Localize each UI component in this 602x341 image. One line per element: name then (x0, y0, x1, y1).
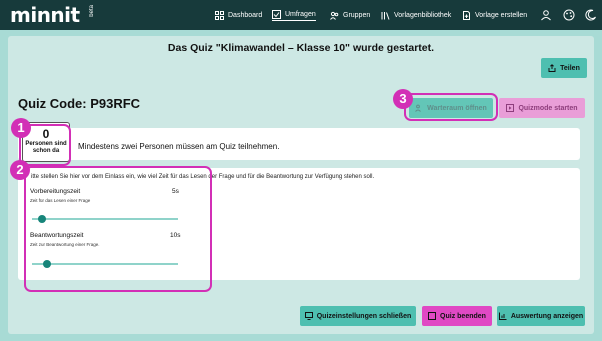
show-results-label: Auswertung anzeigen (510, 312, 584, 320)
share-button[interactable]: Teilen (541, 58, 587, 78)
nav-label: Vorlagenbibliothek (394, 11, 452, 19)
quiz-code: Quiz Code: P93RFC (18, 96, 141, 111)
close-quiz-settings-button[interactable]: Quizeinstellungen schließen (300, 306, 416, 326)
document-plus-icon (462, 10, 471, 20)
palette-icon[interactable] (563, 8, 575, 21)
end-quiz-button[interactable]: Quiz beenden (422, 306, 492, 326)
nav-dashboard[interactable]: Dashboard (215, 9, 262, 21)
survey-icon (272, 9, 281, 19)
minimum-participants-note: Mindestens zwei Personen müssen am Quiz … (78, 142, 280, 151)
library-icon (381, 11, 390, 20)
quiz-started-message: Das Quiz "Klimawandel – Klasse 10" wurde… (167, 42, 435, 54)
nav-vorlage-erstellen[interactable]: Vorlage erstellen (462, 9, 527, 21)
stop-icon (428, 312, 437, 320)
nav-vorlagenbibliothek[interactable]: Vorlagenbibliothek (381, 9, 451, 21)
nav-gruppen[interactable]: Gruppen (330, 9, 370, 21)
play-icon (506, 104, 515, 112)
app-logo[interactable]: minnit (10, 4, 80, 26)
annotation-badge-1: 1 (11, 118, 31, 138)
highlight-timing-settings (24, 166, 212, 292)
moon-icon[interactable] (585, 8, 597, 21)
beta-badge: beta (89, 5, 95, 17)
annotation-badge-3: 3 (393, 89, 413, 109)
nav-label: Gruppen (343, 11, 371, 19)
top-nav: minnit beta Dashboard Umfragen Gruppen V… (0, 0, 602, 30)
nav-label: Umfragen (285, 10, 316, 18)
share-label: Teilen (560, 64, 580, 72)
end-quiz-label: Quiz beenden (440, 312, 486, 320)
close-settings-label: Quizeinstellungen schließen (316, 312, 412, 320)
show-results-button[interactable]: Auswertung anzeigen (497, 306, 585, 326)
annotation-badge-2: 2 (10, 160, 30, 180)
chart-icon (498, 312, 507, 320)
grid-icon (215, 10, 224, 20)
start-quiz-mode-label: Quizmode starten (518, 104, 578, 112)
group-icon (330, 11, 339, 20)
settings-window-icon (304, 312, 313, 320)
nav-label: Dashboard (228, 11, 263, 19)
highlight-waiting-room-button (404, 93, 498, 121)
user-icon[interactable] (540, 8, 552, 21)
nav-label: Vorlage erstellen (475, 11, 528, 19)
share-icon (548, 64, 556, 72)
start-quiz-mode-button[interactable]: Quizmode starten (499, 98, 585, 118)
nav-umfragen[interactable]: Umfragen (272, 9, 316, 21)
